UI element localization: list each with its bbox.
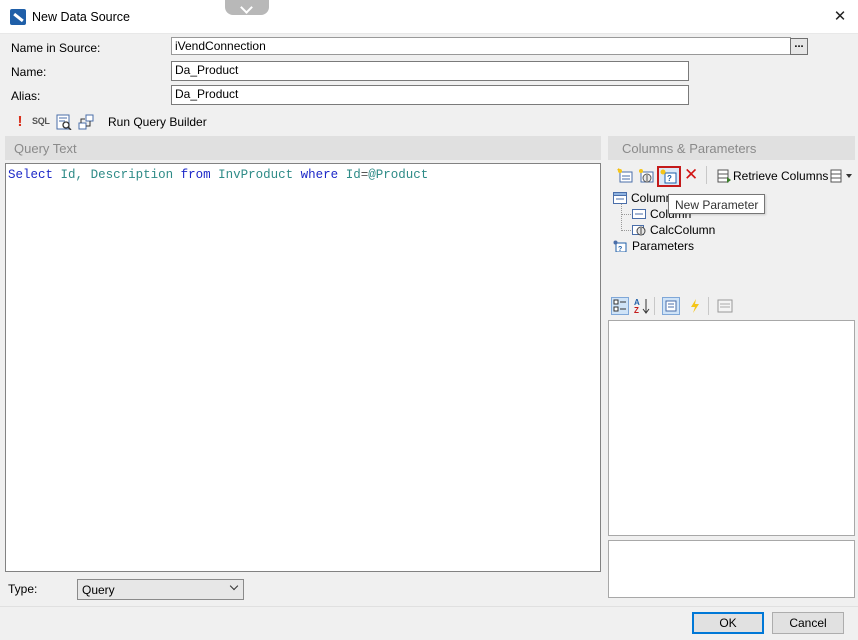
property-grid[interactable] (608, 320, 855, 536)
table-options-icon[interactable] (830, 168, 844, 184)
sql-token: InvProduct (218, 168, 294, 182)
query-text-editor[interactable]: Select Id, Description from InvProduct w… (5, 163, 601, 572)
property-pages-icon[interactable] (716, 297, 734, 315)
sort-alphabetical-icon[interactable]: AZ (633, 297, 651, 315)
sql-token: Select (8, 168, 54, 182)
type-select[interactable]: Query (77, 579, 244, 600)
columns-folder-icon (613, 192, 627, 204)
collapse-chevron-icon[interactable] (225, 0, 269, 15)
tree-item-calc-column[interactable]: CalcColumn (650, 223, 715, 237)
sql-token: Description (90, 168, 174, 182)
tooltip: New Parameter (668, 194, 766, 214)
properties-icon[interactable] (662, 297, 680, 315)
column-icon (632, 208, 646, 220)
delete-icon[interactable]: ✕ (684, 166, 698, 183)
alias-field[interactable]: Da_Product (171, 85, 689, 105)
tree-connector (621, 214, 631, 215)
add-column-icon[interactable] (617, 168, 633, 184)
retrieve-columns-icon[interactable] (716, 168, 732, 184)
name-label: Name: (11, 65, 47, 79)
columns-parameters-header: Columns & Parameters (608, 136, 855, 160)
run-query-builder-button[interactable]: Run Query Builder (108, 115, 207, 129)
type-selected-value: Query (82, 583, 115, 597)
svg-text:?: ? (618, 246, 622, 252)
ok-button[interactable]: OK (692, 612, 764, 634)
new-parameter-button[interactable]: ? (657, 166, 681, 187)
sql-icon[interactable]: SQL (32, 116, 52, 132)
window-title: New Data Source (32, 10, 130, 24)
properties-toolbar: AZ (608, 295, 855, 319)
tree-connector (621, 204, 622, 231)
type-label: Type: (8, 582, 38, 596)
sql-token: @Product (368, 168, 429, 182)
retrieve-columns-button[interactable]: Retrieve Columns (733, 169, 828, 183)
tree-connector (621, 230, 631, 231)
toolbar-divider (708, 297, 709, 315)
parameters-folder-icon: ? (613, 240, 627, 253)
query-text-header: Query Text (5, 136, 601, 160)
exclamation-icon[interactable]: ! (12, 114, 28, 130)
sql-token: Id (345, 168, 361, 182)
alias-label: Alias: (11, 89, 41, 103)
new-parameter-icon: ? (660, 169, 677, 184)
browse-button[interactable]: ... (790, 38, 808, 55)
toolbar-divider (706, 166, 707, 184)
svg-text:?: ? (667, 174, 672, 183)
sql-token: Id, (60, 168, 84, 182)
divider (0, 606, 858, 607)
events-icon[interactable] (686, 297, 704, 315)
svg-text:Z: Z (634, 306, 639, 315)
categorized-icon[interactable] (611, 297, 629, 315)
app-logo-icon (10, 9, 26, 25)
tree-item-parameters[interactable]: Parameters (632, 239, 694, 253)
query-toolbar: ! SQL Run Query Builder (0, 111, 858, 133)
cancel-button[interactable]: Cancel (772, 612, 844, 634)
close-button[interactable]: ✕ (826, 5, 854, 29)
sql-token: where (300, 168, 339, 182)
query-builder-icon[interactable] (78, 114, 94, 130)
query-preview-icon[interactable] (56, 114, 72, 131)
name-in-source-field[interactable]: iVendConnection (171, 37, 791, 55)
name-field[interactable]: Da_Product (171, 61, 689, 81)
toolbar-divider (654, 297, 655, 315)
add-calc-column-icon[interactable] (638, 168, 654, 184)
calc-column-icon (632, 224, 646, 236)
sql-token: from (180, 168, 211, 182)
property-description-pane (608, 540, 855, 598)
chevron-down-icon (229, 581, 239, 591)
name-in-source-label: Name in Source: (11, 41, 101, 55)
dropdown-arrow-icon[interactable] (846, 174, 852, 178)
